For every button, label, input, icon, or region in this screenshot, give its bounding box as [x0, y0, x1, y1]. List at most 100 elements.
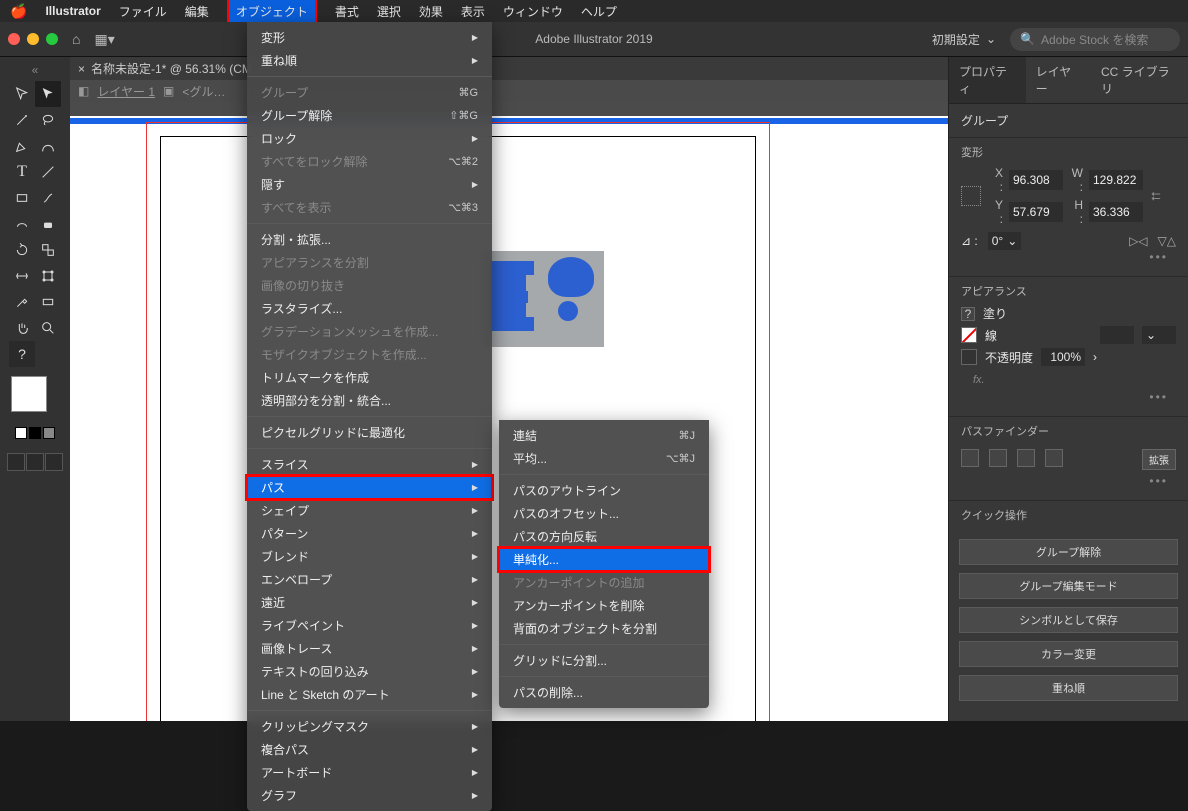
fill-help-icon[interactable]: ?	[961, 307, 975, 321]
menu-type[interactable]: 書式	[335, 3, 359, 20]
transform-more-icon[interactable]: •••	[961, 250, 1176, 270]
line-tool[interactable]	[35, 159, 61, 185]
appearance-more-icon[interactable]: •••	[961, 390, 1176, 410]
home-icon[interactable]: ⌂	[72, 31, 80, 47]
quick-save-symbol[interactable]: シンボルとして保存	[959, 607, 1178, 633]
quick-recolor[interactable]: カラー変更	[959, 641, 1178, 667]
rotate-input[interactable]: 0°⌄	[988, 232, 1022, 250]
menu-item[interactable]: 隠す	[247, 173, 492, 196]
direct-selection-tool[interactable]	[35, 81, 61, 107]
tab-properties[interactable]: プロパティ	[949, 57, 1026, 103]
gradient-tool[interactable]	[35, 289, 61, 315]
pathfinder-more-icon[interactable]: •••	[961, 474, 1176, 494]
layers-icon[interactable]: ◧	[78, 84, 89, 98]
layer-name[interactable]: レイヤー 1	[97, 83, 155, 100]
menu-item[interactable]: 変形	[247, 26, 492, 49]
pen-tool[interactable]	[9, 133, 35, 159]
rotate-tool[interactable]	[9, 237, 35, 263]
eraser-tool[interactable]	[35, 211, 61, 237]
menu-item[interactable]: ロック	[247, 127, 492, 150]
brush-tool[interactable]	[35, 185, 61, 211]
menu-item[interactable]: ラスタライズ...	[247, 297, 492, 320]
menu-item[interactable]: グラフ	[247, 784, 492, 807]
tools-grip[interactable]: «	[32, 63, 39, 77]
apple-menu[interactable]: 🍎	[10, 3, 27, 20]
menu-select[interactable]: 選択	[377, 3, 401, 20]
menu-item[interactable]: パスの方向反転	[499, 525, 709, 548]
curvature-tool[interactable]	[35, 133, 61, 159]
menu-item[interactable]: ライブペイント	[247, 614, 492, 637]
transform-y[interactable]: 57.679	[1009, 202, 1063, 222]
pf-minus[interactable]	[989, 449, 1007, 467]
menu-item[interactable]: 遠近	[247, 591, 492, 614]
fx-label[interactable]: fx.	[961, 370, 1176, 390]
tab-layers[interactable]: レイヤー	[1026, 57, 1091, 103]
menu-item[interactable]: 複合パス	[247, 738, 492, 761]
close-window[interactable]	[8, 33, 20, 45]
menu-item[interactable]: クリッピングマスク	[247, 715, 492, 738]
transform-x[interactable]: 96.308	[1009, 170, 1063, 190]
tab-cc-libraries[interactable]: CC ライブラリ	[1091, 57, 1188, 103]
opacity-input[interactable]: 100%	[1041, 348, 1085, 366]
shaper-tool[interactable]	[9, 211, 35, 237]
menu-item[interactable]: パス	[247, 476, 492, 499]
stroke-weight[interactable]	[1100, 326, 1134, 344]
type-tool[interactable]: T	[9, 159, 35, 185]
width-tool[interactable]	[9, 263, 35, 289]
menu-item[interactable]: 平均...⌥⌘J	[499, 447, 709, 470]
menu-item[interactable]: テキストの回り込み	[247, 660, 492, 683]
menu-view[interactable]: 表示	[461, 3, 485, 20]
menu-item[interactable]: 分割・拡張...	[247, 228, 492, 251]
target-label[interactable]: <グル…	[182, 83, 225, 100]
opacity-swatch[interactable]	[961, 349, 977, 365]
eyedropper-tool[interactable]	[9, 289, 35, 315]
help-tool[interactable]: ?	[9, 341, 35, 367]
menu-item[interactable]: ピクセルグリッドに最適化	[247, 421, 492, 444]
reference-point[interactable]	[961, 186, 981, 206]
document-tab[interactable]: × 名称未設定-1* @ 56.31% (CM	[70, 57, 948, 80]
menu-item[interactable]: パスのオフセット...	[499, 502, 709, 525]
rectangle-tool[interactable]	[9, 185, 35, 211]
menu-item[interactable]: 連結⌘J	[499, 424, 709, 447]
quick-isolate[interactable]: グループ編集モード	[959, 573, 1178, 599]
menu-item[interactable]: グリッドに分割...	[499, 649, 709, 672]
menu-item[interactable]: スライス	[247, 453, 492, 476]
selected-raster-object[interactable]	[484, 251, 604, 347]
zoom-window[interactable]	[46, 33, 58, 45]
menu-item[interactable]: ブレンド	[247, 545, 492, 568]
unknown-tool[interactable]	[35, 341, 61, 367]
minimize-window[interactable]	[27, 33, 39, 45]
flip-h-icon[interactable]: ▷◁	[1129, 234, 1147, 248]
magic-wand-tool[interactable]	[9, 107, 35, 133]
stroke-swatch[interactable]	[961, 327, 977, 343]
color-mode-swatches[interactable]	[15, 427, 55, 439]
menu-window[interactable]: ウィンドウ	[503, 3, 563, 20]
free-transform-tool[interactable]	[35, 263, 61, 289]
menu-effect[interactable]: 効果	[419, 3, 443, 20]
fill-stroke-control[interactable]	[10, 375, 60, 425]
quick-arrange[interactable]: 重ね順	[959, 675, 1178, 701]
opacity-arrow-icon[interactable]: ›	[1093, 350, 1097, 364]
link-wh-icon[interactable]: ⮄	[1151, 189, 1161, 204]
tab-close-icon[interactable]: ×	[78, 62, 85, 76]
menu-item[interactable]: パスのアウトライン	[499, 479, 709, 502]
workspace-switcher[interactable]: 初期設定⌄	[932, 31, 996, 48]
menu-item[interactable]: Line と Sketch のアート	[247, 683, 492, 706]
selection-tool[interactable]	[9, 81, 35, 107]
menu-item[interactable]: パスの削除...	[499, 681, 709, 704]
menu-help[interactable]: ヘルプ	[581, 3, 617, 20]
pf-exclude[interactable]	[1045, 449, 1063, 467]
arrange-docs-icon[interactable]: ▦▾	[94, 31, 114, 48]
menu-item[interactable]: 画像トレース	[247, 637, 492, 660]
transform-h[interactable]: 36.336	[1089, 202, 1143, 222]
pf-unite[interactable]	[961, 449, 979, 467]
lasso-tool[interactable]	[35, 107, 61, 133]
stroke-profile[interactable]: ⌄	[1142, 326, 1176, 344]
menu-object[interactable]: オブジェクト	[227, 0, 317, 25]
menu-item[interactable]: アートボード	[247, 761, 492, 784]
hand-tool[interactable]	[9, 315, 35, 341]
app-name[interactable]: Illustrator	[45, 4, 100, 18]
pf-expand[interactable]: 拡張	[1142, 449, 1176, 470]
draw-mode[interactable]	[7, 453, 63, 471]
menu-item[interactable]: グループ解除⇧⌘G	[247, 104, 492, 127]
